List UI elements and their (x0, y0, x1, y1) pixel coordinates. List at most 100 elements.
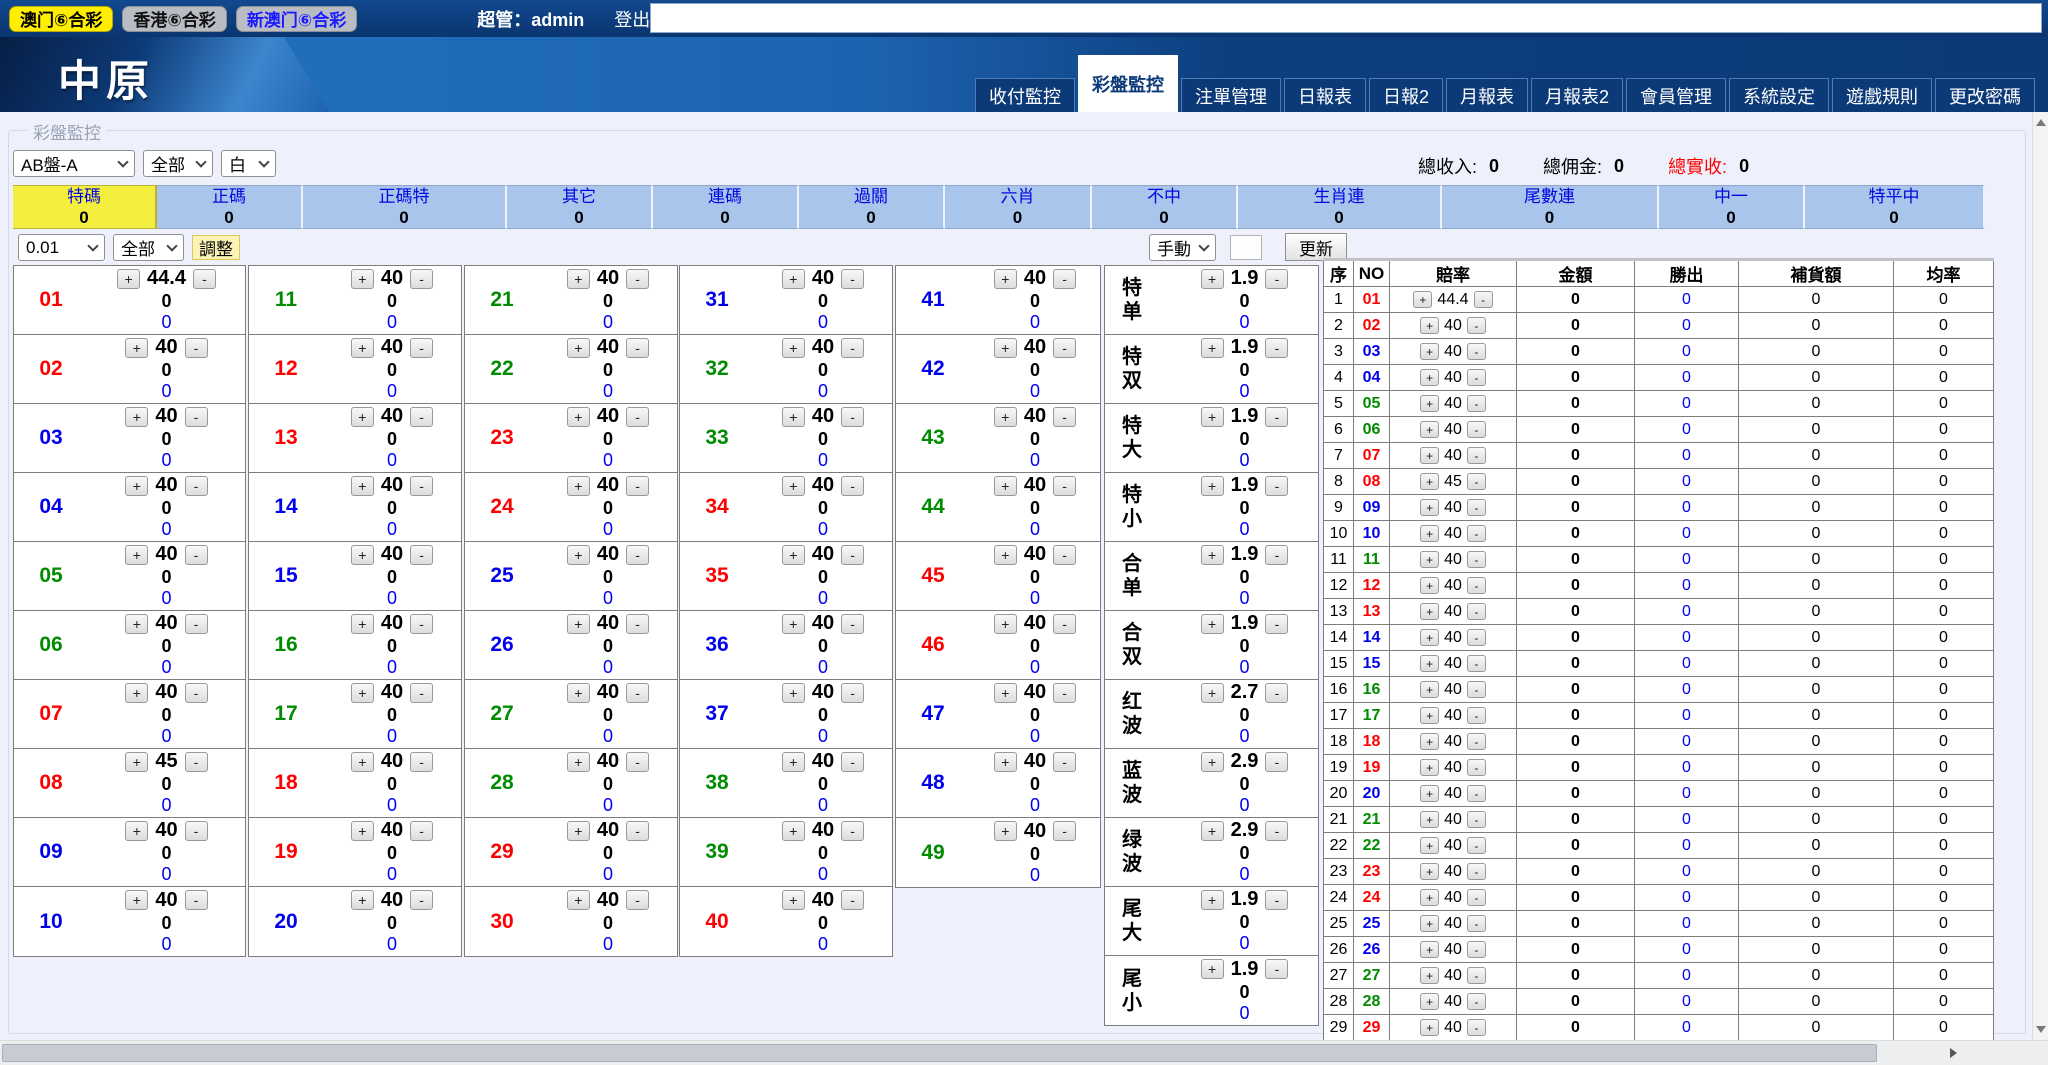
odds-increase-button[interactable]: + (125, 545, 148, 565)
horizontal-scrollbar-thumb[interactable] (2, 1044, 1877, 1062)
odds-decrease-button[interactable]: - (1467, 889, 1486, 906)
odds-increase-button[interactable]: + (567, 476, 590, 496)
odds-decrease-button[interactable]: - (1474, 291, 1493, 308)
odds-increase-button[interactable]: + (567, 821, 590, 841)
odds-increase-button[interactable]: + (1420, 499, 1439, 516)
odds-increase-button[interactable]: + (1420, 915, 1439, 932)
odds-increase-button[interactable]: + (1420, 941, 1439, 958)
category-tab[interactable]: 其它0 (507, 185, 653, 229)
scroll-up-icon[interactable] (2036, 119, 2046, 126)
vertical-scrollbar[interactable] (2032, 112, 2048, 1040)
nav-tab[interactable]: 更改密碼 (1935, 78, 2035, 112)
odds-increase-button[interactable]: + (351, 890, 374, 910)
odds-decrease-button[interactable]: - (1467, 395, 1486, 412)
odds-increase-button[interactable]: + (1420, 525, 1439, 542)
odds-decrease-button[interactable]: - (1467, 369, 1486, 386)
odds-increase-button[interactable]: + (994, 752, 1017, 772)
odds-decrease-button[interactable]: - (1053, 269, 1076, 289)
odds-decrease-button[interactable]: - (626, 476, 649, 496)
odds-increase-button[interactable]: + (1420, 863, 1439, 880)
odds-increase-button[interactable]: + (782, 752, 805, 772)
odds-increase-button[interactable]: + (351, 407, 374, 427)
category-tab[interactable]: 中一0 (1659, 185, 1805, 229)
odds-increase-button[interactable]: + (1420, 603, 1439, 620)
odds-increase-button[interactable]: + (1420, 681, 1439, 698)
category-tab[interactable]: 生肖連0 (1238, 185, 1442, 229)
odds-decrease-button[interactable]: - (410, 890, 433, 910)
odds-decrease-button[interactable]: - (1265, 890, 1288, 910)
odds-decrease-button[interactable]: - (1265, 269, 1288, 289)
odds-decrease-button[interactable]: - (1467, 629, 1486, 646)
adjust-button[interactable]: 調整 (192, 235, 240, 260)
odds-decrease-button[interactable]: - (626, 338, 649, 358)
odds-decrease-button[interactable]: - (1467, 525, 1486, 542)
odds-increase-button[interactable]: + (1420, 551, 1439, 568)
odds-increase-button[interactable]: + (1420, 421, 1439, 438)
site-button[interactable]: 新澳门⑥合彩 (236, 6, 357, 32)
odds-decrease-button[interactable]: - (1265, 476, 1288, 496)
odds-decrease-button[interactable]: - (841, 338, 864, 358)
logout-link[interactable]: 登出 (614, 6, 650, 32)
odds-increase-button[interactable]: + (1201, 476, 1224, 496)
odds-decrease-button[interactable]: - (410, 683, 433, 703)
odds-increase-button[interactable]: + (994, 545, 1017, 565)
odds-decrease-button[interactable]: - (1467, 447, 1486, 464)
odds-increase-button[interactable]: + (1420, 473, 1439, 490)
odds-increase-button[interactable]: + (567, 407, 590, 427)
odds-decrease-button[interactable]: - (1467, 811, 1486, 828)
nav-tab[interactable]: 月報表 (1446, 78, 1528, 112)
odds-decrease-button[interactable]: - (185, 821, 208, 841)
odds-increase-button[interactable]: + (351, 476, 374, 496)
nav-tab[interactable]: 遊戲規則 (1832, 78, 1932, 112)
category-tab[interactable]: 六肖0 (945, 185, 1092, 229)
odds-decrease-button[interactable]: - (410, 269, 433, 289)
odds-decrease-button[interactable]: - (193, 269, 216, 289)
address-input[interactable] (650, 3, 2042, 33)
odds-increase-button[interactable]: + (1201, 683, 1224, 703)
odds-increase-button[interactable]: + (994, 407, 1017, 427)
odds-decrease-button[interactable]: - (1265, 821, 1288, 841)
odds-decrease-button[interactable]: - (1467, 317, 1486, 334)
odds-decrease-button[interactable]: - (1467, 473, 1486, 490)
odds-increase-button[interactable]: + (1420, 369, 1439, 386)
odds-increase-button[interactable]: + (1420, 759, 1439, 776)
odds-decrease-button[interactable]: - (1053, 476, 1076, 496)
category-tab[interactable]: 正碼特0 (303, 185, 507, 229)
odds-increase-button[interactable]: + (567, 890, 590, 910)
odds-decrease-button[interactable]: - (1265, 338, 1288, 358)
odds-decrease-button[interactable]: - (841, 752, 864, 772)
odds-decrease-button[interactable]: - (410, 545, 433, 565)
category-tab[interactable]: 正碼0 (157, 185, 303, 229)
nav-tab[interactable]: 會員管理 (1626, 78, 1726, 112)
odds-decrease-button[interactable]: - (1467, 785, 1486, 802)
odds-increase-button[interactable]: + (1420, 447, 1439, 464)
odds-decrease-button[interactable]: - (1265, 407, 1288, 427)
odds-increase-button[interactable]: + (782, 614, 805, 634)
odds-decrease-button[interactable]: - (626, 752, 649, 772)
odds-increase-button[interactable]: + (125, 890, 148, 910)
category-tab[interactable]: 尾數連0 (1442, 185, 1659, 229)
odds-decrease-button[interactable]: - (1467, 967, 1486, 984)
odds-decrease-button[interactable]: - (626, 821, 649, 841)
odds-increase-button[interactable]: + (782, 683, 805, 703)
category-tab[interactable]: 不中0 (1092, 185, 1238, 229)
odds-increase-button[interactable]: + (125, 683, 148, 703)
odds-increase-button[interactable]: + (351, 683, 374, 703)
color-select[interactable]: 白 (221, 150, 276, 177)
odds-increase-button[interactable]: + (1420, 317, 1439, 334)
odds-decrease-button[interactable]: - (1467, 941, 1486, 958)
odds-increase-button[interactable]: + (351, 269, 374, 289)
odds-decrease-button[interactable]: - (1467, 759, 1486, 776)
odds-decrease-button[interactable]: - (1467, 993, 1486, 1010)
odds-increase-button[interactable]: + (125, 338, 148, 358)
odds-increase-button[interactable]: + (351, 545, 374, 565)
odds-increase-button[interactable]: + (994, 476, 1017, 496)
odds-increase-button[interactable]: + (1201, 269, 1224, 289)
odds-decrease-button[interactable]: - (1467, 655, 1486, 672)
mode-select[interactable]: 手動 (1149, 234, 1216, 261)
site-button[interactable]: 澳门⑥合彩 (9, 6, 113, 32)
scope-select[interactable]: 全部 (143, 150, 213, 177)
odds-increase-button[interactable]: + (994, 338, 1017, 358)
odds-decrease-button[interactable]: - (841, 545, 864, 565)
odds-increase-button[interactable]: + (1420, 707, 1439, 724)
